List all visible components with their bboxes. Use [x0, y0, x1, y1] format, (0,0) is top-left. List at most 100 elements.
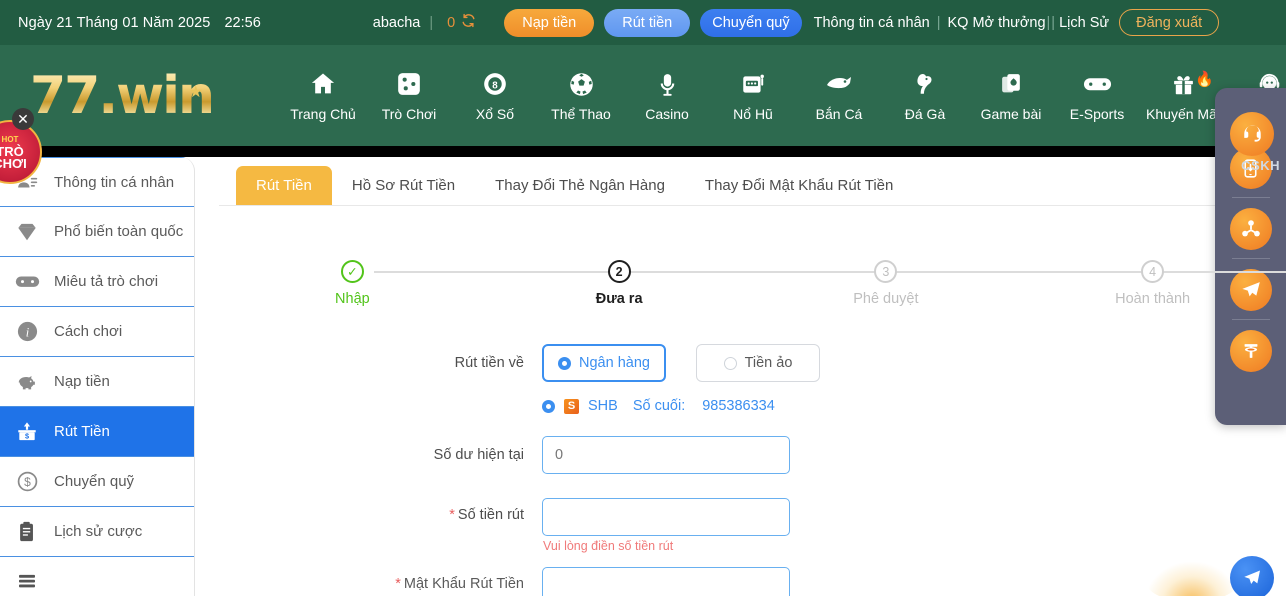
option-crypto[interactable]: Tiền ảo: [696, 344, 820, 382]
sidebar-item-deposit[interactable]: Nạp tiền: [0, 357, 194, 407]
step-marker: 4: [1141, 260, 1165, 283]
piggy-bank-icon: [14, 369, 40, 395]
option-bank[interactable]: Ngân hàng: [542, 344, 666, 382]
bank-name: SHB: [588, 398, 618, 414]
divider: |: [1046, 14, 1051, 31]
divider: [1231, 319, 1270, 320]
amount-label: * Số tiền rút: [219, 498, 542, 523]
account-sidebar: Thông tin cá nhân Phổ biến toàn quốc Miê…: [0, 157, 195, 596]
bank-account-option[interactable]: S SHB Số cuối: 985386334: [542, 398, 775, 414]
top-bar: Ngày 21 Tháng 01 Năm 2025 22:56 abacha |…: [0, 0, 1286, 45]
info-circle-icon: i: [14, 319, 40, 345]
nav-item-cockfight[interactable]: Đá Gà: [882, 50, 968, 142]
shb-bank-logo-icon: S: [564, 398, 579, 414]
balance-amount: 0: [447, 14, 456, 31]
withdraw-button[interactable]: Rút tiền: [604, 8, 691, 37]
logo-text: 77.win: [30, 66, 213, 126]
nav-item-cardgames[interactable]: Game bài: [968, 50, 1054, 142]
nav-item-sports[interactable]: Thể Thao: [538, 50, 624, 142]
main-navigation: 77.win ★ Trang Chủ Trò Chơi 8 Xổ Số Thể …: [0, 45, 1286, 146]
nav-item-slots[interactable]: Nổ Hũ: [710, 50, 796, 142]
sidebar-item-more[interactable]: [0, 557, 194, 596]
stepper-steps: ✓ Nhập 2 Đưa ra 3 Phê duyệt 4 Hoàn thành: [219, 260, 1286, 307]
tab-change-bank-card[interactable]: Thay Đổi Thẻ Ngân Hàng: [475, 166, 685, 205]
password-label: * Mật Khẩu Rút Tiền: [219, 567, 542, 592]
lottery-results-link[interactable]: KQ Mở thưởng: [947, 15, 1045, 31]
nav-item-esports[interactable]: E-Sports: [1054, 50, 1140, 142]
step-marker: 2: [607, 260, 631, 283]
username-label: abacha: [372, 14, 421, 31]
sidebar-item-label: Miêu tả trò chơi: [54, 273, 159, 290]
withdraw-password-input[interactable]: [542, 567, 790, 596]
tab-withdraw-records[interactable]: Hồ Sơ Rút Tiền: [332, 166, 475, 205]
sidebar-item-bet-history[interactable]: Lịch sử cược: [0, 507, 194, 557]
gamepad-icon: [1082, 69, 1112, 99]
divider-strip: [0, 146, 1286, 157]
sidebar-item-withdraw[interactable]: $ Rút Tiền: [0, 407, 194, 457]
telegram-button[interactable]: [1229, 269, 1272, 311]
sidebar-item-how-to-play[interactable]: i Cách chơi: [0, 307, 194, 357]
sidebar-item-label: Nạp tiền: [54, 373, 110, 390]
amount-row: * Số tiền rút Vui lòng điền số tiền rút: [219, 498, 1286, 553]
nav-label: Trang Chủ: [290, 106, 356, 122]
tab-change-withdraw-password[interactable]: Thay Đổi Mật Khẩu Rút Tiền: [685, 166, 913, 205]
radio-indicator: [723, 356, 737, 370]
gift-icon: [1168, 69, 1198, 99]
affiliate-button[interactable]: [1229, 208, 1272, 250]
withdraw-icon: $: [14, 419, 40, 445]
step-label: Hoàn thành: [1115, 291, 1191, 307]
transfer-funds-button[interactable]: Chuyển quỹ: [700, 8, 802, 37]
floating-chat-button[interactable]: [1230, 556, 1274, 596]
divider: |: [936, 14, 941, 31]
step-1: ✓ Nhập: [219, 260, 486, 307]
bank-account-number: 985386334: [702, 398, 775, 414]
support-button[interactable]: [1230, 112, 1274, 156]
nav-item-casino[interactable]: Casino: [624, 50, 710, 142]
diamond-icon: [14, 219, 40, 245]
sidebar-item-transfer[interactable]: $ Chuyển quỹ: [0, 457, 194, 507]
radio-indicator: [542, 399, 555, 413]
balance-input[interactable]: [542, 436, 790, 474]
tab-withdraw[interactable]: Rút Tiền: [236, 166, 332, 205]
svg-text:8: 8: [492, 80, 498, 91]
playing-cards-icon: [996, 69, 1026, 99]
sidebar-item-label: Rút Tiền: [54, 423, 110, 440]
nav-label: E-Sports: [1069, 106, 1125, 122]
usdt-button[interactable]: [1229, 330, 1272, 372]
history-link[interactable]: Lịch Sử: [1059, 15, 1109, 31]
page-body: Thông tin cá nhân Phổ biến toàn quốc Miê…: [0, 157, 1286, 596]
nav-item-promotions[interactable]: 🔥 Khuyến Mãi: [1140, 50, 1226, 142]
close-icon[interactable]: ✕: [12, 108, 34, 130]
amount-input[interactable]: [542, 498, 790, 536]
logout-button[interactable]: Đăng xuất: [1119, 9, 1220, 36]
step-marker: ✓: [340, 260, 364, 283]
nav-item-home[interactable]: Trang Chủ: [280, 50, 366, 142]
site-logo[interactable]: 77.win ★: [30, 67, 235, 125]
option-label: Tiền ảo: [744, 355, 793, 371]
page-root: Ngày 21 Tháng 01 Năm 2025 22:56 abacha |…: [0, 0, 1286, 596]
svg-text:i: i: [25, 325, 29, 339]
sidebar-item-label: Lịch sử cược: [54, 523, 143, 540]
soccer-ball-icon: [566, 69, 596, 99]
password-label-text: Mật Khẩu Rút Tiền: [403, 576, 524, 592]
password-field-group: [542, 567, 790, 596]
promo-popup: HOT TRÒ CHƠI ✕: [0, 108, 48, 184]
withdraw-stepper: ✓ Nhập 2 Đưa ra 3 Phê duyệt 4 Hoàn thành: [219, 260, 1286, 322]
clipboard-icon: [14, 519, 40, 545]
promo-line-3: CHƠI: [0, 156, 27, 171]
refresh-icon[interactable]: [461, 13, 476, 32]
sidebar-item-national-popular[interactable]: Phổ biến toàn quốc: [0, 207, 194, 257]
nav-item-games[interactable]: Trò Chơi: [366, 50, 452, 142]
nav-item-lottery[interactable]: 8 Xổ Số: [452, 50, 538, 142]
deposit-button[interactable]: Nạp tiền: [504, 8, 595, 37]
profile-link[interactable]: Thông tin cá nhân: [814, 15, 930, 31]
sidebar-item-game-description[interactable]: Miêu tả trò chơi: [0, 257, 194, 307]
divider: |: [429, 14, 434, 31]
balance-label: Số dư hiện tại: [433, 447, 524, 463]
option-label: Ngân hàng: [579, 355, 650, 371]
sidebar-item-label: Cách chơi: [54, 323, 123, 340]
home-icon: [308, 69, 338, 99]
bank-tail-label: Số cuối:: [632, 398, 686, 414]
nav-item-fishing[interactable]: Bắn Cá: [796, 50, 882, 142]
step-2: 2 Đưa ra: [486, 260, 753, 307]
